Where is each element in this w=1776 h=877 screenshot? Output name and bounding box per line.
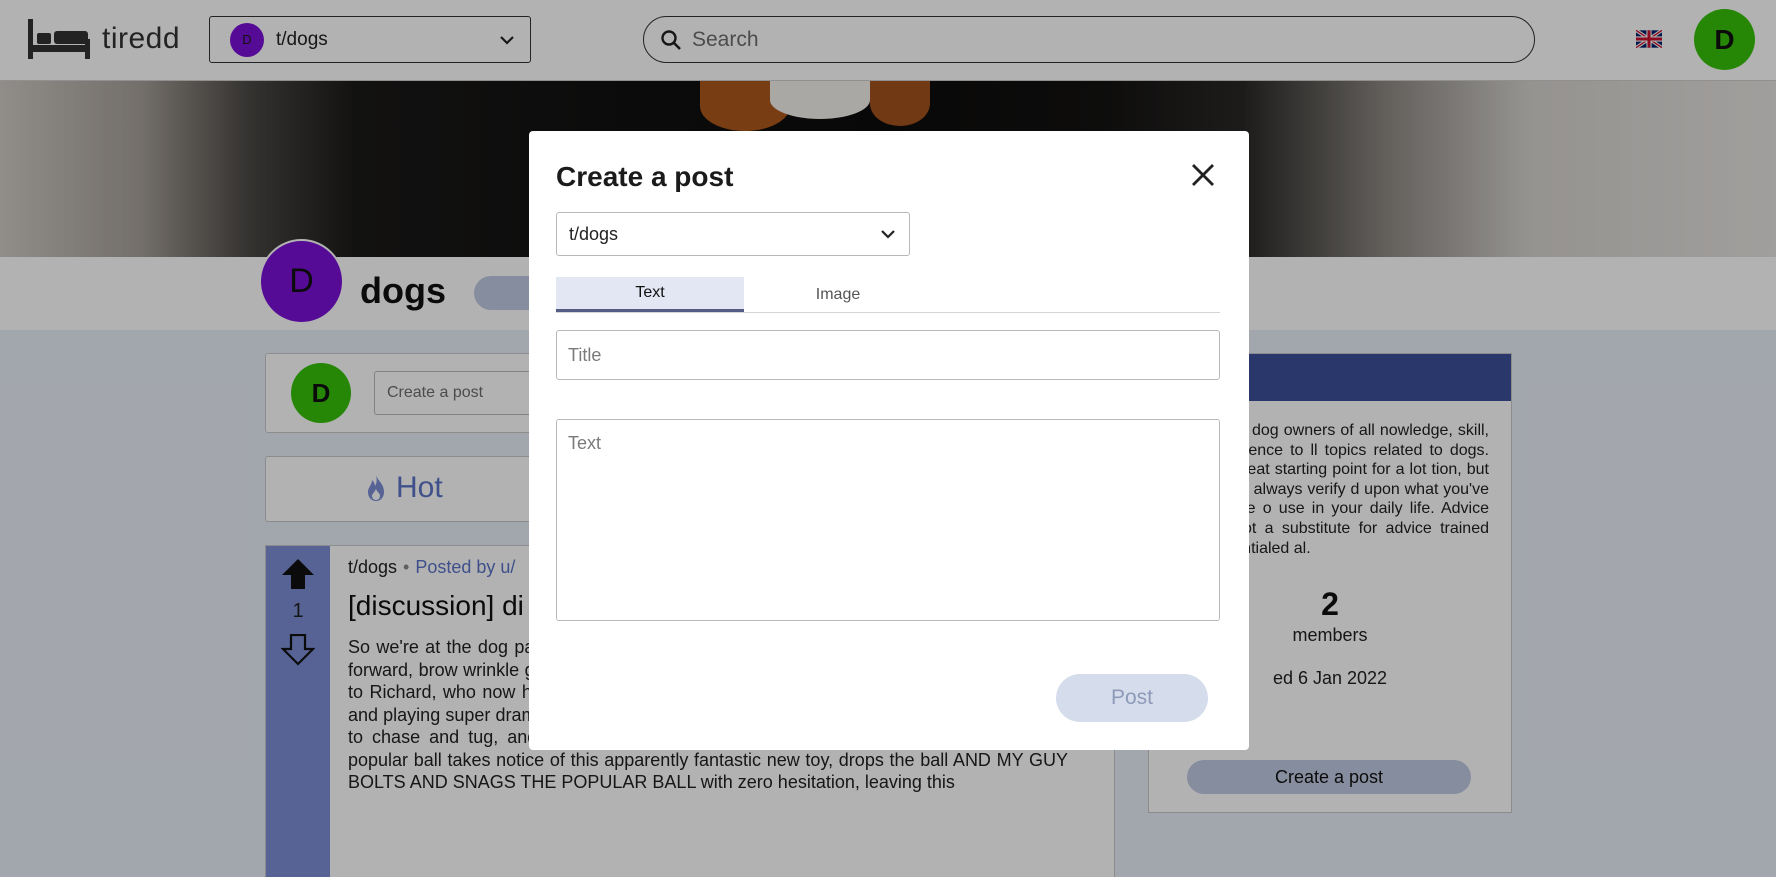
create-post-modal: Create a post t/dogs Text Image Title Te… (529, 131, 1249, 750)
modal-title: Create a post (556, 161, 734, 192)
modal-community-value: t/dogs (569, 223, 619, 244)
text-input[interactable]: Text (556, 419, 1220, 621)
tab-image[interactable]: Image (744, 277, 932, 312)
title-input[interactable]: Title (556, 330, 1220, 380)
modal-community-select[interactable]: t/dogs (556, 212, 910, 256)
tab-text[interactable]: Text (556, 277, 744, 312)
submit-post-button[interactable]: Post (1056, 674, 1208, 722)
close-icon[interactable] (1188, 160, 1218, 190)
chevron-down-icon (881, 230, 895, 239)
post-type-tabs: Text Image (556, 277, 1220, 313)
